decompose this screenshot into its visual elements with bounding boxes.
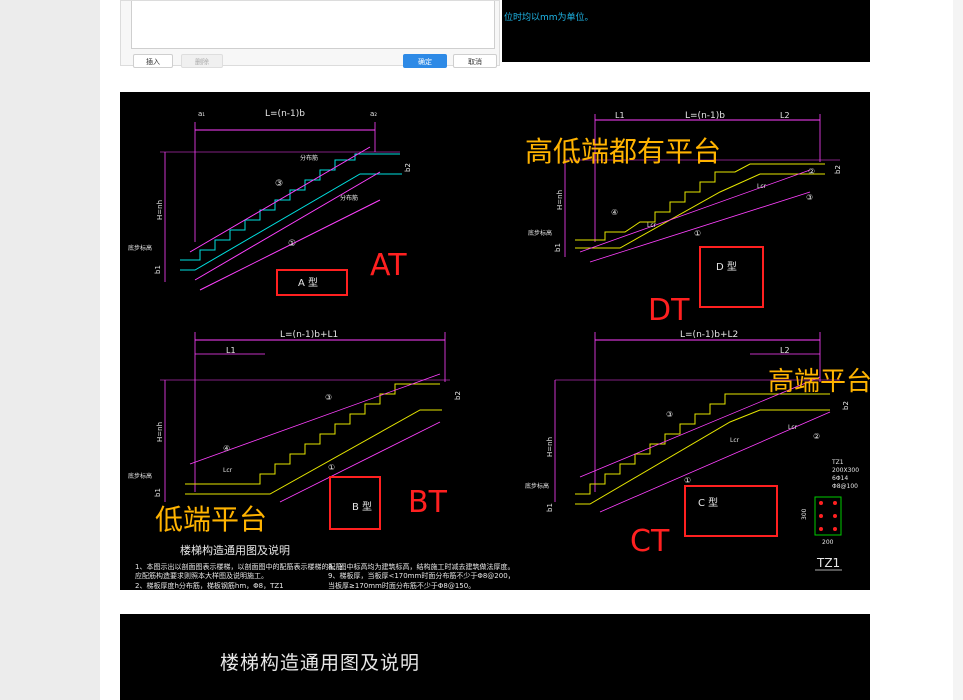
panel-d-type-label: D 型 <box>716 260 737 273</box>
panel-d-floor: 底步标高 <box>528 229 552 237</box>
cancel-button: 取消 <box>453 54 497 68</box>
dialog-textarea <box>131 1 495 49</box>
panel-a-a2: a₂ <box>370 110 377 118</box>
ok-button: 确定 <box>403 54 447 68</box>
note-2c: 当板厚≥170mm时面分布筋不少于Φ8@150。 <box>328 581 475 590</box>
delete-button: 删除 <box>181 54 223 68</box>
panel-a-b2: b2 <box>404 163 412 172</box>
note-1: 1、本图示出以剖面图表示楼梯，以剖面图中的配筋表示楼梯的配筋 <box>135 562 342 571</box>
tz1-dim-height: 300 <box>801 508 808 520</box>
overlay-high-platform: 高端平台 <box>768 367 870 397</box>
unit-note: 位时均以mm为单位。 <box>504 13 594 23</box>
panel-b-marker4: ④ <box>223 444 230 453</box>
panel-d-l2: L2 <box>780 111 790 120</box>
note-1b: 应配筋构造要求则照本大样图及说明施工。 <box>135 571 268 580</box>
panel-b-floor: 底步标高 <box>128 472 152 480</box>
panel-a-type: L=(n-1)b a₁ a₂ H=nh b1 b2 底步标高 分布筋 分布筋 ③… <box>128 109 412 296</box>
panel-b-height: H=nh <box>156 422 164 442</box>
note-2b: 9、梯板厚，当板厚<170mm时面分布筋不少于Φ8@200， <box>328 571 515 580</box>
panel-d-lcr2: Lcr <box>757 183 767 190</box>
panel-b-l1: L1 <box>226 346 236 355</box>
note-3: 2、梯板厚度h分布筋，梯板钢筋hm，Φ8，TZ1 <box>135 581 284 590</box>
note-2: 8、图中标高均为建筑标高，结构施工时减去建筑做法厚度。 <box>328 562 514 571</box>
annotation-bt: BT <box>408 485 448 520</box>
drawing-notes: 楼梯构造通用图及说明 1、本图示出以剖面图表示楼梯，以剖面图中的配筋表示楼梯的配… <box>135 543 515 590</box>
overlay-low-platform: 低端平台 <box>155 503 267 536</box>
panel-c-b2: b2 <box>842 401 850 410</box>
panel-c-marker1: ① <box>684 476 691 485</box>
next-page-image: 楼梯构造通用图及说明 <box>120 614 870 700</box>
annotation-dt: DT <box>648 293 690 328</box>
panel-c-lcr1: Lcr <box>730 437 740 444</box>
panel-c-marker2: ② <box>813 432 820 441</box>
dialog-screenshot: 插入 删除 确定 取消 <box>120 0 500 68</box>
panel-c-type-label: C 型 <box>698 496 718 509</box>
panel-d-type: L=(n-1)b L1 L2 H=nh b1 b2 底步标高 Lcr Lcr ④… <box>525 111 842 328</box>
tz1-dim-width: 200 <box>822 539 834 546</box>
panel-d-marker1: ① <box>694 229 701 238</box>
panel-a-marker1: ① <box>288 239 296 249</box>
panel-c-marker3: ③ <box>666 410 673 419</box>
panel-a-span: L=(n-1)b <box>265 109 305 119</box>
annotation-at: AT <box>370 248 407 283</box>
tz1-column-detail: TZ1 200X300 6Φ14 Φ8@100 200 300 TZ1 <box>801 459 859 571</box>
panel-d-l1: L1 <box>615 111 625 120</box>
panel-a-rebar2: 分布筋 <box>340 194 358 202</box>
panel-b-lcr: Lcr <box>223 467 233 474</box>
scrollbar-track[interactable] <box>953 0 963 700</box>
panel-c-b1: b1 <box>546 503 554 512</box>
panel-a-height: H=nh <box>156 200 164 220</box>
panel-d-span: L=(n-1)b <box>685 111 725 121</box>
panel-a-rebar1: 分布筋 <box>300 154 318 162</box>
tz1-spec-2: 6Φ14 <box>832 475 848 482</box>
panel-a-marker3: ③ <box>275 179 283 189</box>
tz1-spec-3: Φ8@100 <box>832 483 858 490</box>
panel-c-lcr2: Lcr <box>788 424 798 431</box>
stair-drawing-image: L=(n-1)b a₁ a₂ H=nh b1 b2 底步标高 分布筋 分布筋 ③… <box>120 92 870 590</box>
panel-b-b2: b2 <box>454 391 462 400</box>
panel-a-b1: b1 <box>154 265 162 274</box>
panel-a-type-label: A 型 <box>298 276 318 289</box>
annotation-ct: CT <box>630 524 670 559</box>
panel-c-highlight-box <box>684 485 778 537</box>
panel-b-span: L=(n-1)b+L1 <box>280 330 338 340</box>
panel-b-type: L=(n-1)b+L1 L1 H=nh b1 b2 底步标高 Lcr ④ ③ ①… <box>128 330 462 536</box>
panel-a-a1: a₁ <box>198 110 205 118</box>
panel-d-highlight-box <box>699 246 764 308</box>
panel-d-height: H=nh <box>556 190 564 210</box>
panel-d-marker4: ④ <box>611 208 618 217</box>
panel-d-marker3: ③ <box>806 193 813 202</box>
insert-button: 插入 <box>133 54 173 68</box>
tz1-spec-1: 200X300 <box>832 467 859 474</box>
panel-c-l2: L2 <box>780 346 790 355</box>
panel-b-marker1: ① <box>328 463 335 472</box>
panel-c-span: L=(n-1)b+L2 <box>680 330 738 340</box>
notes-title: 楼梯构造通用图及说明 <box>180 543 290 557</box>
tz1-spec-0: TZ1 <box>831 459 844 466</box>
tz1-label: TZ1 <box>816 556 840 570</box>
panel-a-floor: 底步标高 <box>128 244 152 252</box>
next-page-title: 楼梯构造通用图及说明 <box>220 652 421 674</box>
panel-c-floor: 底步标高 <box>525 482 549 490</box>
panel-d-b2: b2 <box>834 165 842 174</box>
panel-b-marker3: ③ <box>325 393 332 402</box>
panel-d-marker2: ② <box>808 167 815 176</box>
panel-c-type: L=(n-1)b+L2 L2 H=nh b1 b2 底步标高 Lcr Lcr ③… <box>525 330 870 559</box>
panel-b-type-label: B 型 <box>352 500 372 513</box>
panel-d-lcr1: Lcr <box>647 222 657 229</box>
panel-c-height: H=nh <box>546 437 554 457</box>
panel-d-b1: b1 <box>554 243 562 252</box>
panel-b-b1: b1 <box>154 488 162 497</box>
cad-note-screenshot: 位时均以mm为单位。 <box>502 0 870 62</box>
overlay-both-platforms: 高低端都有平台 <box>525 135 721 168</box>
